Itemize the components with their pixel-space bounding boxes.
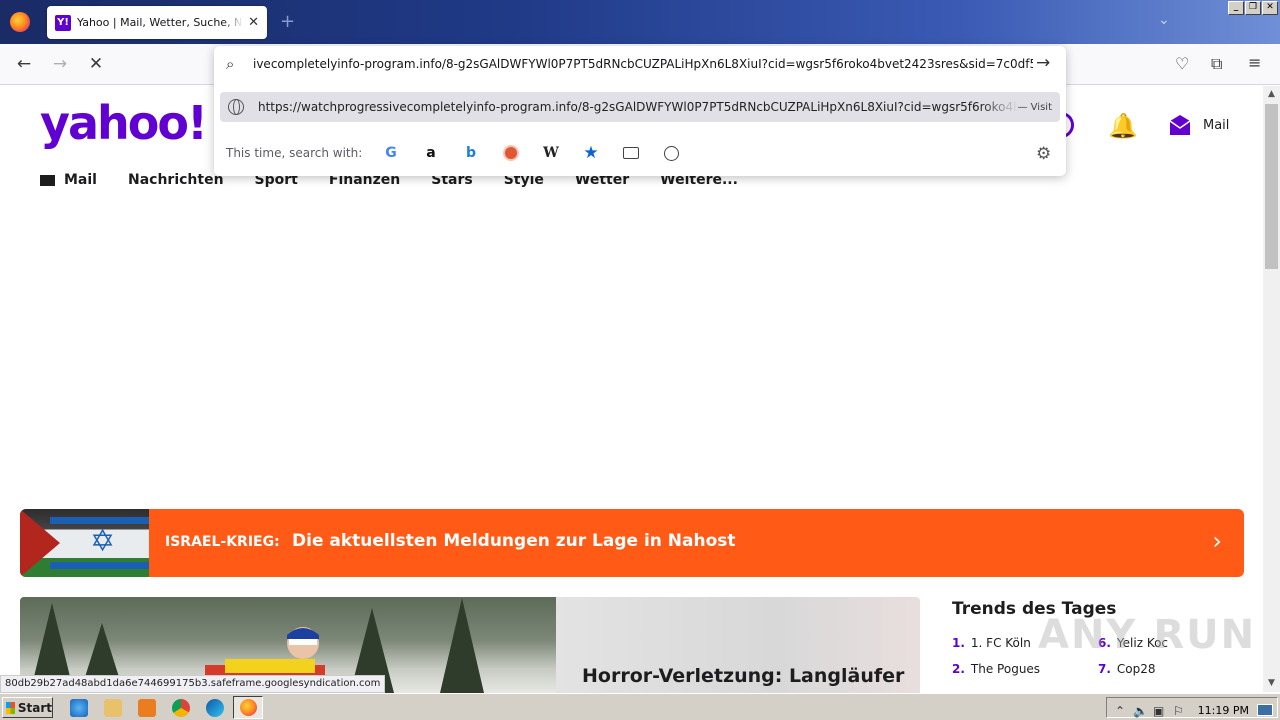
google-icon[interactable]: G — [380, 142, 402, 164]
suggestion-url: https://watchprogressivecompletelyinfo-p… — [258, 100, 1018, 114]
restore-button[interactable]: ❐ — [1245, 1, 1261, 15]
back-icon[interactable]: ← — [14, 54, 34, 74]
pocket-icon[interactable]: ♡ — [1175, 54, 1189, 73]
hero-headline[interactable]: Horror-Verletzung: Langläufer — [582, 665, 904, 687]
flags-image: ✡ — [20, 509, 149, 577]
app-menu-icon[interactable]: ≡ — [1248, 53, 1261, 72]
start-button[interactable]: Start — [2, 697, 53, 718]
scroll-down-icon[interactable]: ▼ — [1263, 675, 1280, 692]
windows-logo-icon — [6, 701, 15, 714]
duckduckgo-icon[interactable] — [500, 142, 522, 164]
status-url: 80db29b27ad48abd1da6e744699175b3.safefra… — [0, 675, 386, 693]
bookmarks-star-icon[interactable]: ★ — [580, 142, 602, 164]
globe-icon — [228, 99, 244, 115]
windows-taskbar: Start ⌃ 🔈 ▣ ⚐ 11:19 PM — [0, 693, 1280, 720]
url-bar[interactable]: ⌕ ivecompletelyinfo-program.info/8-g2sGA… — [214, 46, 1066, 84]
scroll-up-icon[interactable]: ▲ — [1263, 86, 1280, 103]
amazon-icon[interactable]: a — [420, 142, 442, 164]
forward-icon[interactable]: → — [50, 54, 70, 74]
volume-icon[interactable]: 🔈 — [1133, 704, 1148, 718]
window-controls: _ ❐ ✕ — [1228, 1, 1278, 15]
banner-headline: Die aktuellsten Meldungen zur Lage in Na… — [292, 531, 736, 551]
firefox-taskbar-button[interactable] — [233, 696, 263, 719]
chrome-icon[interactable] — [172, 699, 190, 717]
url-suggestion[interactable]: https://watchprogressivecompletelyinfo-p… — [220, 92, 1060, 122]
close-window-button[interactable]: ✕ — [1262, 1, 1278, 15]
tab-strip: Y! Yahoo | Mail, Wetter, Suche, Nachrich… — [0, 0, 1280, 44]
bing-icon[interactable]: b — [460, 142, 482, 164]
search-engine-list: G a b W ★ — [380, 142, 682, 164]
star-of-david-icon: ✡ — [90, 524, 116, 559]
close-tab-icon[interactable]: ✕ — [248, 15, 259, 30]
flag-icon[interactable]: ⚐ — [1173, 704, 1184, 718]
breaking-news-banner[interactable]: ✡ ISRAEL-KRIEG: Die aktuellsten Meldunge… — [20, 509, 1244, 577]
system-tray: ⌃ 🔈 ▣ ⚐ 11:19 PM — [1106, 697, 1278, 718]
tab-title: Yahoo | Mail, Wetter, Suche, Nachrichten — [77, 16, 243, 29]
history-clock-icon[interactable] — [660, 142, 682, 164]
anyrun-watermark: ANY RUN — [1038, 612, 1257, 658]
firefox-menu-icon[interactable] — [10, 12, 30, 32]
new-tab-icon[interactable]: + — [280, 11, 295, 32]
media-player-icon[interactable] — [138, 699, 156, 717]
banner-tag: ISRAEL-KRIEG: — [165, 534, 280, 550]
trend-item[interactable]: 7. Cop28 — [1098, 662, 1156, 676]
start-label: Start — [17, 700, 52, 715]
tab-yahoo[interactable]: Y! Yahoo | Mail, Wetter, Suche, Nachrich… — [47, 6, 267, 39]
go-arrow-icon[interactable]: → — [1036, 53, 1050, 73]
wikipedia-icon[interactable]: W — [540, 142, 562, 164]
search-icon: ⌕ — [226, 55, 235, 73]
url-dropdown: ⌕ ivecompletelyinfo-program.info/8-g2sGA… — [214, 46, 1066, 176]
notification-bell-icon[interactable]: 🔔 — [1108, 112, 1138, 140]
mail-envelope-icon[interactable] — [1168, 113, 1192, 137]
stop-loading-icon[interactable]: ✕ — [86, 54, 106, 74]
trend-item[interactable]: 2. The Pogues — [952, 662, 1040, 676]
minimize-button[interactable]: _ — [1228, 1, 1244, 15]
nav-nachrichten[interactable]: Nachrichten — [128, 172, 224, 188]
suggestion-action: — Visit — [1017, 101, 1053, 113]
search-settings-gear-icon[interactable]: ⚙ — [1036, 144, 1051, 164]
tabs-icon[interactable] — [620, 142, 642, 164]
network-icon[interactable]: ▣ — [1153, 704, 1164, 718]
ie-icon[interactable] — [70, 699, 88, 717]
clock: 11:19 PM — [1197, 704, 1249, 717]
firefox-icon — [240, 699, 257, 716]
chevron-right-icon: › — [1212, 527, 1222, 555]
trend-item[interactable]: 1. 1. FC Köln — [952, 636, 1031, 650]
edge-icon[interactable] — [206, 699, 224, 717]
url-input[interactable]: ivecompletelyinfo-program.info/8-g2sGAlD… — [253, 57, 1033, 71]
extensions-icon[interactable]: ⧉ — [1211, 54, 1222, 74]
mail-link[interactable]: Mail — [1203, 118, 1229, 133]
show-hidden-icons-icon[interactable]: ⌃ — [1115, 704, 1125, 718]
search-with-label: This time, search with: — [226, 146, 363, 160]
hero-text-area: Horror-Verletzung: Langläufer — [556, 597, 920, 693]
nav-mail[interactable]: Mail — [64, 172, 97, 188]
page-scrollbar[interactable]: ▲ ▼ — [1263, 86, 1280, 692]
explorer-folder-icon[interactable] — [104, 699, 122, 717]
yahoo-logo[interactable]: yahoo! — [40, 96, 208, 150]
mail-small-icon — [40, 174, 55, 186]
show-desktop-icon[interactable] — [1257, 704, 1273, 716]
yahoo-favicon-icon: Y! — [55, 14, 71, 31]
list-all-tabs-icon[interactable]: ⌄ — [1158, 12, 1170, 28]
scroll-thumb[interactable] — [1265, 104, 1278, 269]
